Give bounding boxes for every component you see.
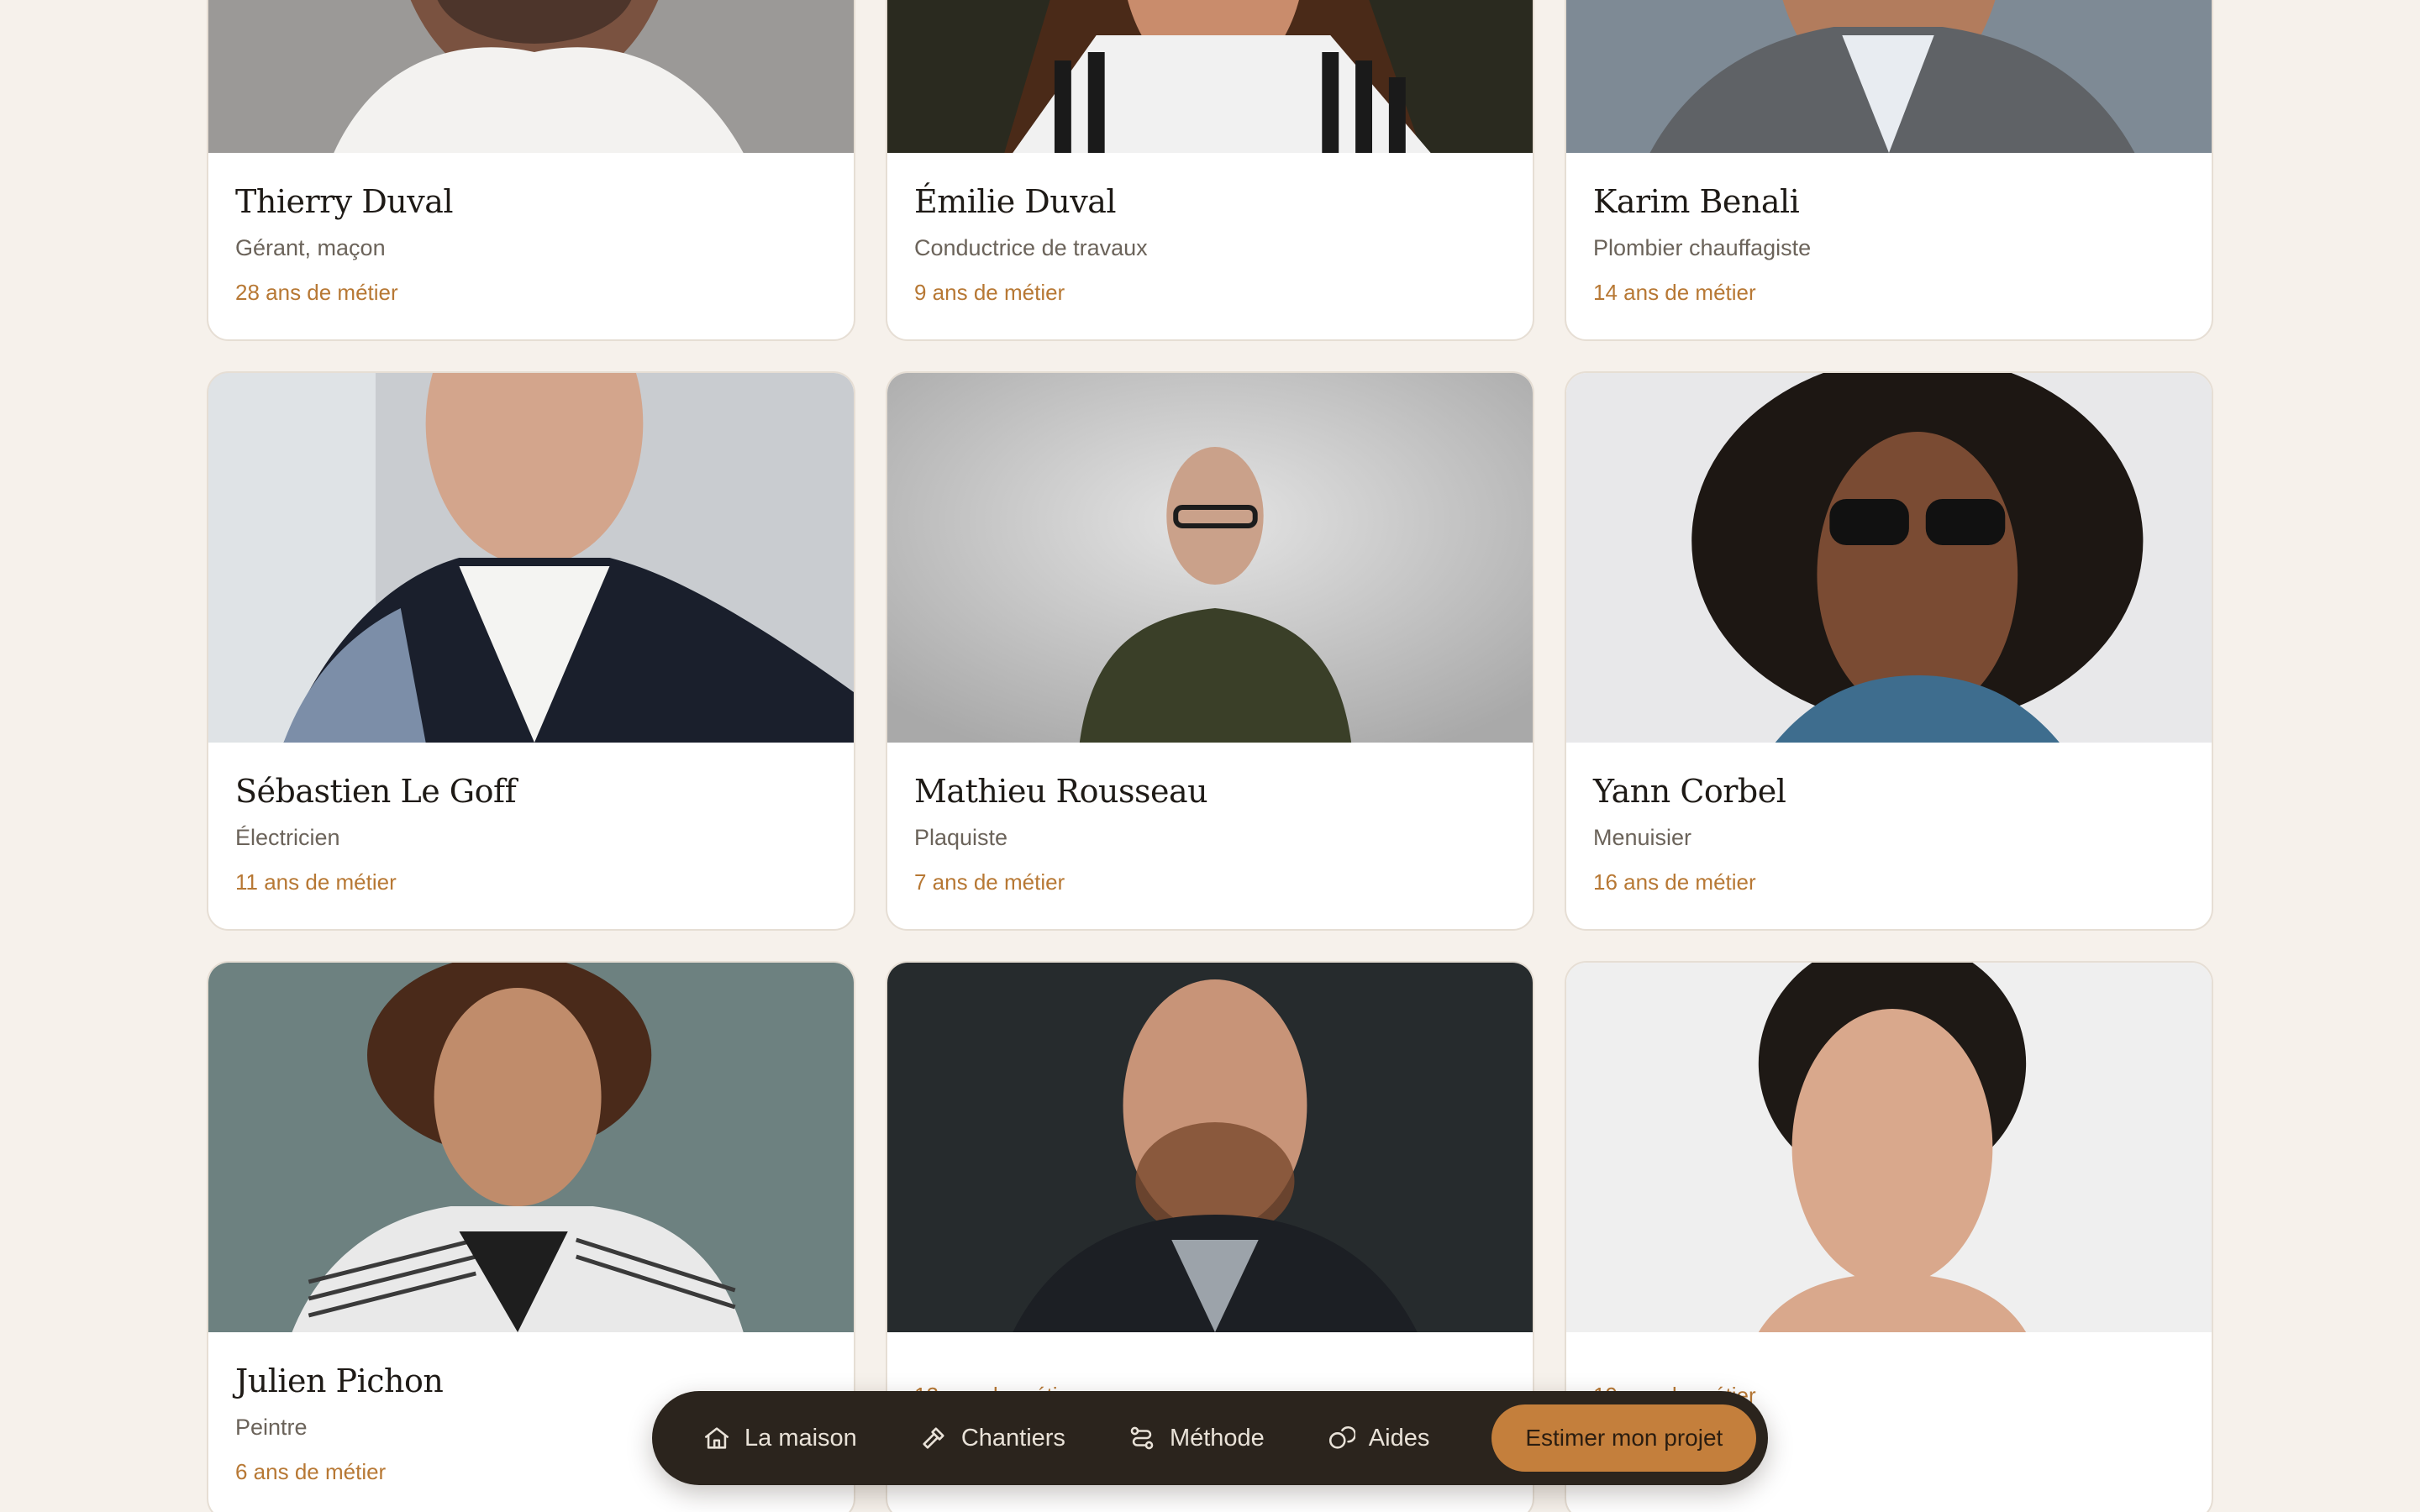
team-member-name: Mathieu Rousseau <box>914 773 1208 810</box>
team-card: Thierry Duval Gérant, maçon 28 ans de mé… <box>207 0 855 341</box>
team-photo <box>208 963 854 1332</box>
team-member-role: Plombier chauffagiste <box>1593 234 1812 260</box>
team-member-role: Menuisier <box>1593 824 1692 850</box>
team-member-name: Thierry Duval <box>235 183 454 220</box>
nav-item-aides[interactable]: Aides <box>1327 1424 1430 1452</box>
team-member-name: Émilie Duval <box>914 183 1117 220</box>
route-icon <box>1128 1424 1156 1452</box>
nav-item-label: Chantiers <box>960 1424 1065 1452</box>
team-member-experience: 11 ans de métier <box>235 869 397 895</box>
team-member-role: Gérant, maçon <box>235 234 386 260</box>
nav-item-la-maison[interactable]: La maison <box>702 1424 857 1452</box>
team-grid: Thierry Duval Gérant, maçon 28 ans de mé… <box>207 0 2213 1512</box>
team-member-experience: 7 ans de métier <box>914 869 1065 895</box>
team-member-name: Yann Corbel <box>1593 773 1786 810</box>
page: Thierry Duval Gérant, maçon 28 ans de mé… <box>0 0 2420 1512</box>
coins-icon <box>1327 1424 1355 1452</box>
team-member-role: Conductrice de travaux <box>914 234 1148 260</box>
team-member-role: Plaquiste <box>914 824 1008 850</box>
estimate-project-button[interactable]: Estimer mon projet <box>1491 1404 1757 1472</box>
home-icon <box>702 1424 731 1452</box>
team-card: Mathieu Rousseau Plaquiste 7 ans de méti… <box>886 371 1534 931</box>
nav-item-label: Aides <box>1368 1424 1430 1452</box>
team-member-experience: 16 ans de métier <box>1593 869 1756 895</box>
team-photo <box>887 0 1533 153</box>
team-card: Émilie Duval Conductrice de travaux 9 an… <box>886 0 1534 341</box>
team-photo <box>1566 0 2212 153</box>
floating-nav-dock: La maison Chantiers Méthode Aides Estime… <box>652 1391 1768 1485</box>
team-member-role: Électricien <box>235 824 340 850</box>
nav-item-label: Méthode <box>1169 1424 1265 1452</box>
team-member-name: Karim Benali <box>1593 183 1800 220</box>
team-photo <box>208 373 854 743</box>
team-photo <box>1566 373 2212 743</box>
team-photo <box>887 373 1533 743</box>
nav-item-methode[interactable]: Méthode <box>1128 1424 1265 1452</box>
team-photo <box>1566 963 2212 1332</box>
team-photo <box>208 0 854 153</box>
team-member-experience: 9 ans de métier <box>914 279 1065 305</box>
team-member-name: Sébastien Le Goff <box>235 773 517 810</box>
team-card: Yann Corbel Menuisier 16 ans de métier <box>1565 371 2213 931</box>
team-member-experience: 14 ans de métier <box>1593 279 1756 305</box>
hammer-icon <box>919 1424 948 1452</box>
team-card: Karim Benali Plombier chauffagiste 14 an… <box>1565 0 2213 341</box>
team-card: Sébastien Le Goff Électricien 11 ans de … <box>207 371 855 931</box>
nav-item-label: La maison <box>744 1424 857 1452</box>
nav-item-chantiers[interactable]: Chantiers <box>919 1424 1065 1452</box>
team-photo <box>887 963 1533 1332</box>
team-member-experience: 28 ans de métier <box>235 279 398 305</box>
